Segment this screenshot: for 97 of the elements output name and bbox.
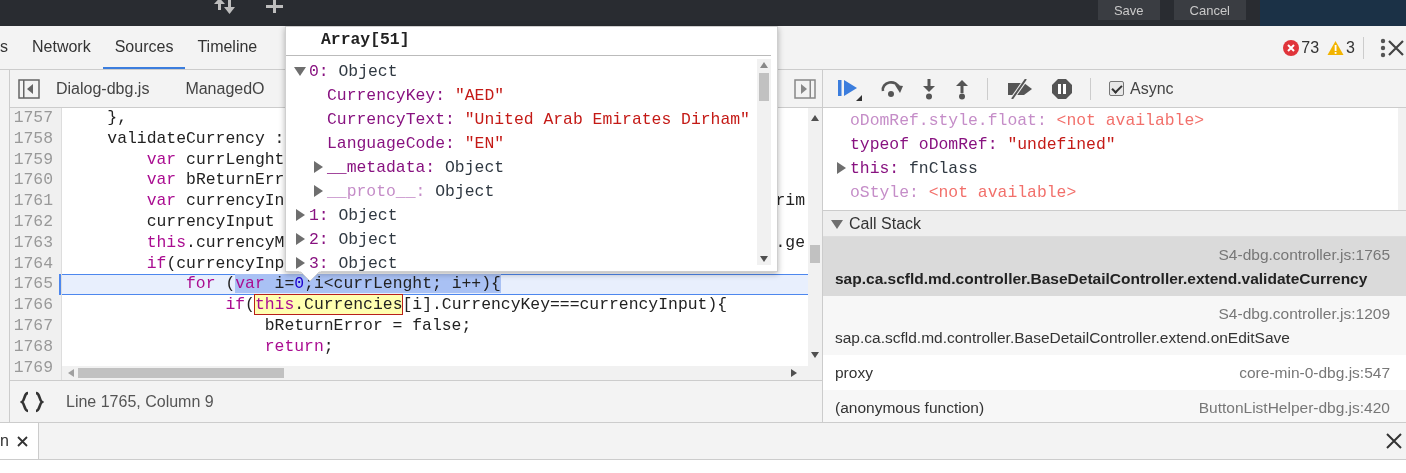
code-line: for (var i=0;i<currLenght; i++){ — [185, 274, 501, 296]
scrollbar-thumb[interactable] — [78, 368, 284, 378]
step-over-icon[interactable] — [880, 78, 904, 99]
panel-tab[interactable]: Network — [20, 26, 103, 69]
frame-name: proxy — [835, 363, 873, 383]
line-number: 1759 — [12, 149, 54, 171]
pretty-print-icon[interactable] — [20, 390, 44, 413]
section-title[interactable]: Call Stack — [849, 214, 922, 233]
step-out-icon[interactable] — [954, 77, 970, 100]
code-line: return; — [263, 336, 334, 358]
error-count: 73 — [1301, 38, 1320, 57]
property-text: 0: Object — [309, 61, 398, 81]
property-text: typeof oDomRef: "undefined" — [850, 134, 1116, 154]
expand-arrow-icon[interactable] — [294, 233, 306, 245]
line-number: 1758 — [12, 128, 54, 150]
frame-name: (anonymous function) — [835, 398, 985, 418]
plus-icon[interactable] — [265, 0, 285, 14]
checkbox-label[interactable]: Async — [1130, 79, 1174, 98]
line-number: 1769 — [12, 357, 54, 379]
scroll-up-icon[interactable] — [760, 62, 768, 68]
frame-name: sap.ca.scfld.md.controller.BaseDetailController.extend.onEditSave — [835, 329, 1290, 346]
line-number: 1766 — [12, 295, 54, 316]
line-number: 1762 — [12, 212, 54, 233]
more-options-icon[interactable] — [1380, 37, 1386, 58]
line-number: 1763 — [12, 232, 54, 254]
call-frame[interactable]: S4-dbg.controller.js:1209 sap.ca.scfld.md.controller.BaseDetailController.extend.onEditSave — [823, 296, 1406, 355]
expand-arrow-icon[interactable] — [312, 161, 324, 173]
error-icon — [1283, 39, 1300, 56]
property-text: 1: Object — [309, 205, 398, 225]
scrollbar-thumb[interactable] — [810, 245, 820, 263]
warning-icon — [1327, 39, 1345, 56]
expand-arrow-icon[interactable] — [294, 209, 306, 221]
line-number: 1768 — [12, 336, 54, 358]
drawer-tab[interactable]: n — [0, 423, 39, 459]
scroll-down-icon[interactable] — [760, 256, 768, 262]
cursor-position: Line 1765, Column 9 — [66, 392, 214, 411]
line-number: 1764 — [12, 253, 54, 275]
sidebar-toggle-icon[interactable] — [18, 78, 40, 99]
code-line: this.currencyM — [145, 232, 285, 254]
line-number: 1765 — [10, 274, 61, 296]
call-frame[interactable]: (anonymous function) ButtonListHelper-dbg.js:420 — [823, 390, 1406, 422]
code-line: bReturnError = false; — [263, 315, 472, 337]
property-text: CurrencyKey: "AED" — [327, 85, 505, 105]
code-line: .ge — [775, 232, 805, 254]
property-text: 2: Object — [309, 229, 398, 249]
code-line: validateCurrency : — [106, 128, 285, 150]
cancel-button[interactable]: Cancel — [1173, 0, 1246, 20]
frame-location: core-min-0-dbg.js:547 — [1239, 363, 1390, 383]
pause-icon[interactable] — [1051, 77, 1073, 100]
sort-arrows-icon[interactable] — [213, 0, 237, 14]
property-text: oDomRef.style.float: <not available> — [850, 110, 1205, 130]
panel-tab[interactable]: Timeline — [185, 26, 270, 69]
scrollbar-thumb[interactable] — [759, 73, 769, 101]
code-line: rim — [775, 191, 805, 212]
close-icon[interactable] — [1388, 39, 1404, 56]
collapse-arrow-icon[interactable] — [831, 217, 843, 230]
close-icon[interactable] — [16, 435, 28, 447]
property-text: LanguageCode: "EN" — [327, 133, 505, 153]
close-icon[interactable] — [1386, 433, 1402, 449]
frame-location: S4-dbg.controller.js:1765 — [1217, 245, 1390, 265]
frame-location: S4-dbg.controller.js:1209 — [1217, 304, 1390, 324]
scroll-right-icon[interactable] — [791, 369, 797, 377]
code-line: if(currencyInp — [145, 253, 285, 275]
line-number: 1767 — [12, 315, 54, 337]
frame-location: ButtonListHelper-dbg.js:420 — [1198, 398, 1390, 418]
expand-arrow-icon[interactable] — [294, 257, 306, 269]
expand-arrow-icon[interactable] — [312, 185, 324, 197]
sidebar-toggle-icon[interactable] — [794, 78, 816, 99]
breakpoint-slash-icon[interactable] — [1006, 78, 1034, 99]
scroll-up-icon[interactable] — [811, 115, 819, 121]
popover-title: Array[51] — [321, 29, 410, 51]
call-frame[interactable]: S4-dbg.controller.js:1765 sap.ca.scfld.md.controller.BaseDetailController.extend.validateCurrency — [823, 237, 1406, 296]
line-number: 1760 — [12, 170, 54, 192]
panel-tab[interactable]: s — [0, 26, 20, 69]
code-line: var currLenght — [145, 149, 285, 171]
property-text: oStyle: <not available> — [850, 182, 1077, 202]
step-into-icon[interactable] — [921, 77, 937, 100]
scroll-down-icon[interactable] — [811, 352, 819, 358]
expand-arrow-icon[interactable] — [835, 162, 847, 174]
property-text: CurrencyText: "United Arab Emirates Dirham" — [327, 109, 750, 129]
save-button[interactable]: Save — [1097, 0, 1160, 20]
checkbox[interactable] — [1109, 81, 1124, 96]
code-line: var currencyIn — [145, 191, 285, 212]
property-text: 3: Object — [309, 253, 398, 271]
property-text: __metadata: Object — [327, 157, 505, 177]
code-line: var bReturnErr — [145, 170, 285, 192]
code-line: currencyInput — [145, 212, 275, 233]
collapse-arrow-icon[interactable] — [294, 65, 306, 77]
file-tab[interactable]: Dialog-dbg.js — [56, 79, 166, 98]
frame-name: sap.ca.scfld.md.controller.BaseDetailController.extend.validateCurrency — [835, 270, 1368, 287]
property-text: __proto__: Object — [327, 181, 495, 201]
warning-count: 3 — [1346, 38, 1355, 57]
code-line: }, — [106, 108, 128, 129]
line-number: 1757 — [12, 108, 54, 129]
line-number: 1761 — [12, 191, 54, 212]
file-tab[interactable]: ManagedO — [185, 79, 281, 98]
property-text: this: fnClass — [850, 158, 978, 178]
